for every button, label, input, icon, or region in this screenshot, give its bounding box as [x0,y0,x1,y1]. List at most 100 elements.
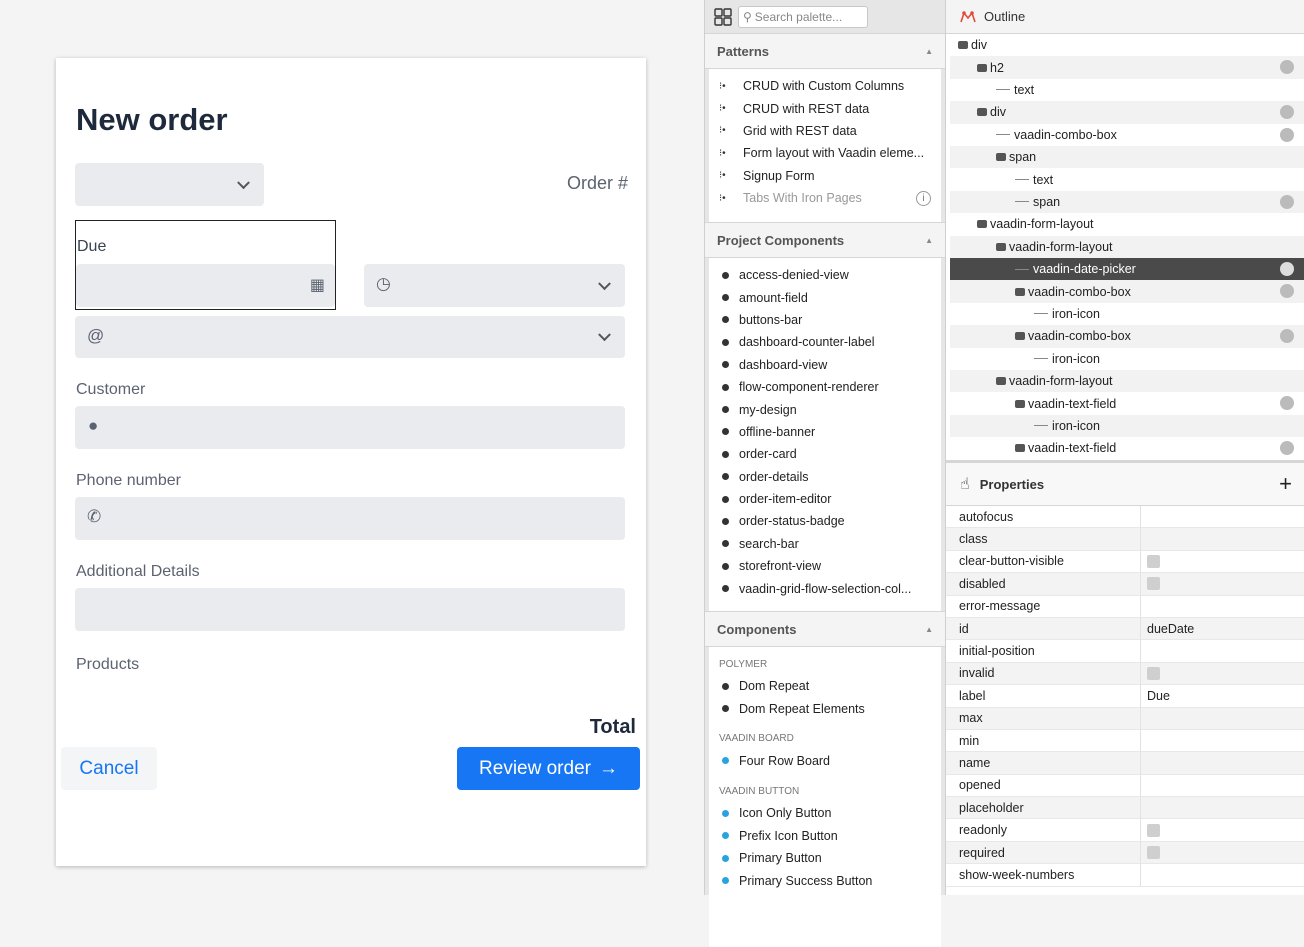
visibility-icon[interactable] [1280,105,1294,120]
visibility-icon[interactable] [1280,127,1294,142]
project-component-item[interactable]: order-card [709,443,941,465]
outline-node[interactable]: vaadin-text-field [950,437,1304,459]
property-value[interactable] [1141,573,1304,596]
property-value[interactable] [1141,797,1304,820]
add-property-button[interactable]: + [1279,471,1292,497]
property-row[interactable]: required [946,841,1304,865]
component-item[interactable]: Primary Success Button [709,869,941,891]
outline-node[interactable]: vaadin-form-layout [950,370,1304,393]
property-value[interactable] [1141,596,1304,618]
pickup-location-combo-box[interactable]: @ [75,316,625,358]
due-date-picker[interactable]: ▦ [76,264,335,307]
calendar-icon[interactable]: ▦ [310,275,325,295]
property-value[interactable] [1141,708,1304,730]
property-row[interactable]: autofocus [946,506,1304,529]
palette-search-input[interactable]: ⚲ Search palette... [738,5,868,28]
project-component-item[interactable]: flow-component-renderer [709,376,941,398]
outline-node[interactable]: h2 [950,56,1304,79]
property-row[interactable]: opened [946,774,1304,798]
visibility-icon[interactable] [1280,262,1294,276]
customer-field[interactable]: ● [75,406,625,449]
design-canvas[interactable]: New order Order # Due ▦ ◷ @ Customer ● P… [0,0,704,895]
pattern-item[interactable]: ⁝• Grid with REST data [709,120,941,142]
component-item[interactable]: Four Row Board [709,750,941,772]
collapse-toggle-icon[interactable] [1015,399,1025,408]
collapse-toggle-icon[interactable] [996,242,1006,251]
property-value[interactable] [1141,663,1304,686]
property-value[interactable] [1141,551,1304,574]
property-row[interactable]: invalid [946,662,1304,686]
collapse-toggle-icon[interactable] [977,63,987,72]
visibility-icon[interactable] [1280,396,1294,411]
components-section-header[interactable]: Components ▲ [705,611,945,647]
property-value[interactable] [1141,842,1304,865]
visibility-icon[interactable] [1280,441,1294,456]
patterns-section-header[interactable]: Patterns ▲ [705,33,945,69]
collapse-toggle-icon[interactable] [1015,332,1025,341]
outline-node[interactable]: span [950,146,1304,169]
property-value[interactable]: dueDate [1141,618,1304,641]
property-value[interactable] [1141,819,1304,842]
property-row[interactable]: max [946,707,1304,730]
pattern-item[interactable]: ⁝• Form layout with Vaadin eleme... [709,142,941,164]
property-value[interactable] [1141,752,1304,775]
details-field[interactable] [75,588,625,631]
outline-node[interactable]: vaadin-combo-box [950,280,1304,303]
collapse-toggle-icon[interactable] [977,108,987,117]
outline-node[interactable]: vaadin-form-layout [950,213,1304,235]
outline-node[interactable]: div [950,101,1304,124]
property-value[interactable] [1141,640,1304,663]
outline-node[interactable]: vaadin-date-picker [950,258,1304,281]
property-row[interactable]: id dueDate [946,617,1304,641]
collapse-toggle-icon[interactable] [996,377,1006,386]
property-row[interactable]: disabled [946,573,1304,596]
outline-node[interactable]: vaadin-form-layout [950,235,1304,258]
review-order-button[interactable]: Review order → [457,747,640,790]
outline-node[interactable]: iron-icon [950,303,1304,325]
outline-node[interactable]: span [950,190,1304,214]
pattern-item[interactable]: ⁝• Signup Form [709,165,941,187]
outline-node[interactable]: vaadin-combo-box [950,124,1304,146]
component-item[interactable]: Dom Repeat [709,675,941,697]
project-component-item[interactable]: storefront-view [709,555,941,577]
property-value[interactable]: Due [1141,685,1304,708]
visibility-icon[interactable] [1280,60,1294,75]
project-component-item[interactable]: order-status-badge [709,510,941,532]
project-component-item[interactable]: dashboard-counter-label [709,331,941,353]
info-icon[interactable]: i [916,190,931,206]
outline-node[interactable]: text [950,168,1304,190]
property-row[interactable]: placeholder [946,797,1304,820]
status-combo-box[interactable] [75,163,264,206]
property-row[interactable]: clear-button-visible [946,550,1304,574]
property-value[interactable] [1141,775,1304,798]
project-component-item[interactable]: buttons-bar [709,309,941,331]
property-value[interactable] [1141,506,1304,529]
pattern-item[interactable]: ⁝• CRUD with REST data [709,97,941,119]
checkbox-icon[interactable] [1147,846,1160,860]
outline-node[interactable]: div [950,34,1304,56]
collapse-toggle-icon[interactable] [1015,444,1025,453]
project-components-section-header[interactable]: Project Components ▲ [705,222,945,258]
project-component-item[interactable]: offline-banner [709,421,941,443]
checkbox-icon[interactable] [1147,577,1160,591]
project-component-item[interactable]: search-bar [709,533,941,555]
visibility-icon[interactable] [1280,284,1294,299]
property-row[interactable]: error-message [946,595,1304,618]
project-component-item[interactable]: order-details [709,466,941,488]
property-row[interactable]: label Due [946,685,1304,708]
project-component-item[interactable]: dashboard-view [709,354,941,376]
outline-node[interactable]: iron-icon [950,348,1304,370]
visibility-icon[interactable] [1280,194,1294,209]
cancel-button[interactable]: Cancel [61,747,157,790]
component-item[interactable]: Icon Only Button [709,802,941,824]
pattern-item[interactable]: ⁝• CRUD with Custom Columns [709,75,941,97]
checkbox-icon[interactable] [1147,666,1160,680]
visibility-icon[interactable] [1280,329,1294,344]
phone-field[interactable]: ✆ [75,497,625,540]
property-row[interactable]: show-week-numbers [946,864,1304,887]
property-row[interactable]: min [946,729,1304,753]
checkbox-icon[interactable] [1147,554,1160,568]
property-value[interactable] [1141,528,1304,551]
component-item[interactable]: Primary Button [709,847,941,869]
project-component-item[interactable]: my-design [709,398,941,420]
